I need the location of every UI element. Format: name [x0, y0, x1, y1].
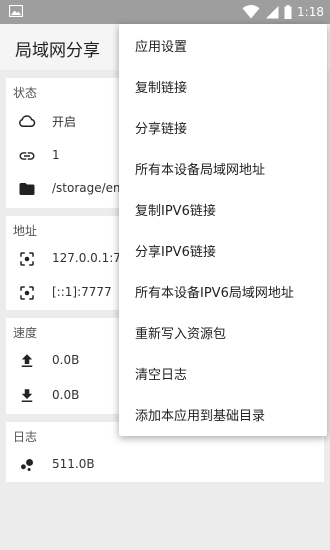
- signal-icon: [266, 6, 279, 19]
- speed-download-value: 0.0B: [52, 388, 80, 402]
- menu-item-add-to-base-directory[interactable]: 添加本应用到基础目录: [119, 394, 327, 435]
- address-ipv4-value: 127.0.0.1:77: [52, 251, 129, 265]
- address-ipv6-value: [::1]:7777: [52, 285, 112, 299]
- image-notification-icon: [9, 5, 23, 17]
- log-size-value: 511.0B: [52, 457, 95, 471]
- download-icon: [21, 389, 33, 402]
- log-header: 日志: [13, 430, 38, 444]
- app-title: 局域网分享: [15, 41, 100, 61]
- center-focus-icon: [20, 286, 34, 300]
- status-state-value: 开启: [52, 115, 77, 129]
- link-icon: [19, 152, 35, 160]
- status-bar: 1:18: [0, 0, 330, 24]
- menu-item-copy-link[interactable]: 复制链接: [119, 66, 327, 107]
- menu-item-share-link[interactable]: 分享链接: [119, 107, 327, 148]
- bubble-chart-icon: [21, 459, 33, 471]
- address-header: 地址: [13, 224, 38, 238]
- menu-item-all-ipv6-lan-addresses[interactable]: 所有本设备IPV6局域网地址: [119, 271, 327, 312]
- status-header: 状态: [13, 86, 38, 100]
- folder-icon: [19, 183, 35, 195]
- speed-header: 速度: [13, 326, 38, 340]
- center-focus-icon: [20, 252, 34, 266]
- log-size-row[interactable]: 511.0B: [6, 448, 324, 482]
- speed-upload-value: 0.0B: [52, 353, 80, 367]
- menu-item-all-lan-addresses[interactable]: 所有本设备局域网地址: [119, 148, 327, 189]
- status-count-value: 1: [52, 148, 60, 162]
- menu-item-app-settings[interactable]: 应用设置: [119, 25, 327, 66]
- cloud-icon: [19, 115, 36, 127]
- clock: 1:18: [297, 5, 324, 19]
- status-path-value: /storage/em: [52, 181, 125, 195]
- menu-item-share-ipv6-link[interactable]: 分享IPV6链接: [119, 230, 327, 271]
- battery-icon: [284, 5, 292, 19]
- menu-item-copy-ipv6-link[interactable]: 复制IPV6链接: [119, 189, 327, 230]
- menu-item-rewrite-resource-pack[interactable]: 重新写入资源包: [119, 312, 327, 353]
- overflow-menu: 应用设置 复制链接 分享链接 所有本设备局域网地址 复制IPV6链接 分享IPV…: [119, 24, 327, 436]
- upload-icon: [21, 354, 33, 367]
- wifi-icon: [242, 5, 260, 19]
- menu-item-clear-log[interactable]: 清空日志: [119, 353, 327, 394]
